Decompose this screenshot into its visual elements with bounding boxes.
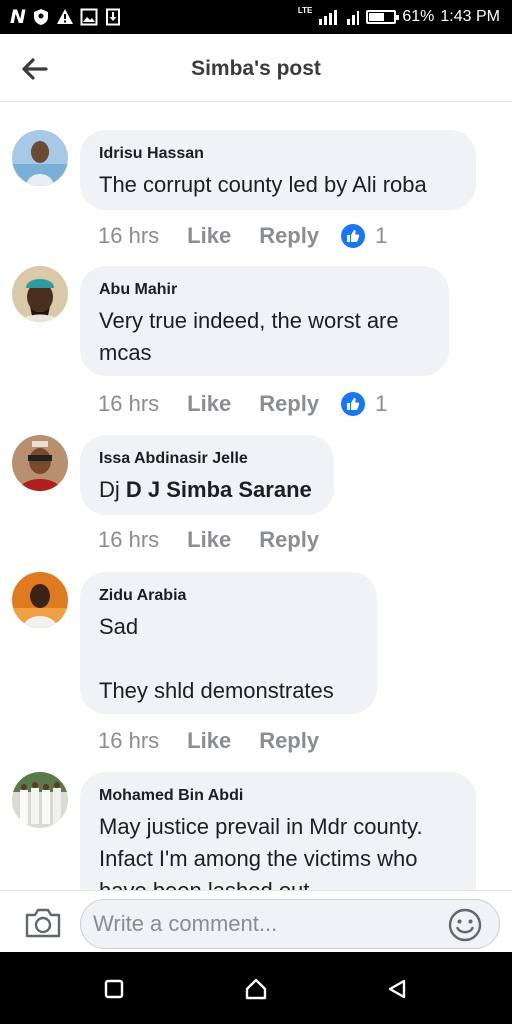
clock: 1:43 PM <box>440 8 500 25</box>
network-type: LTE <box>297 6 313 15</box>
home-button[interactable] <box>241 974 271 1004</box>
reply-button[interactable]: Reply <box>259 728 319 754</box>
recent-apps-icon <box>104 979 124 999</box>
download-icon <box>105 8 120 26</box>
camera-button[interactable] <box>24 907 62 939</box>
comment-author[interactable]: Issa Abdinasir Jelle <box>99 449 314 469</box>
comment-text: The corrupt county led by Ali roba <box>99 172 427 197</box>
like-button[interactable]: Like <box>187 728 231 754</box>
comment-author[interactable]: Idrisu Hassan <box>99 144 456 164</box>
battery-icon <box>366 10 400 24</box>
comment-time[interactable]: 16 hrs <box>98 527 159 553</box>
comment-bubble[interactable]: Zidu Arabia Sad They shld demonstrates <box>80 572 377 714</box>
vpn-shield-icon <box>33 9 48 25</box>
emoji-icon <box>448 908 482 942</box>
comment-author[interactable]: Zidu Arabia <box>99 586 357 606</box>
reaction-count[interactable]: 1 <box>375 223 387 249</box>
comment-text: Sad They shld demonstrates <box>99 614 334 703</box>
thumbs-up-icon <box>347 230 360 242</box>
page-title: Simba's post <box>191 57 321 80</box>
reply-button[interactable]: Reply <box>259 223 319 249</box>
avatar[interactable] <box>12 572 68 628</box>
status-bar: N LTE 61% 1:43 PM <box>0 0 512 34</box>
comment-text: Dj D J Simba Sarane <box>99 474 314 506</box>
avatar[interactable] <box>12 435 68 491</box>
avatar-image <box>12 572 68 628</box>
image-icon <box>80 8 98 26</box>
comment-time[interactable]: 16 hrs <box>98 223 159 249</box>
reply-button[interactable]: Reply <box>259 391 319 417</box>
signal-secondary-icon <box>347 11 360 25</box>
reply-button[interactable]: Reply <box>259 527 319 553</box>
like-reaction-icon[interactable] <box>341 392 366 416</box>
nav-back-button[interactable] <box>382 974 412 1004</box>
post-header: Simba's post <box>0 34 512 102</box>
comment-bubble[interactable]: Mohamed Bin Abdi May justice prevail in … <box>80 772 476 890</box>
avatar-image <box>12 772 68 828</box>
avatar-image <box>12 435 68 491</box>
comment-author[interactable]: Mohamed Bin Abdi <box>99 786 456 806</box>
comment-bubble[interactable]: Abu Mahir Very true indeed, the worst ar… <box>80 266 449 376</box>
avatar-image <box>12 266 68 322</box>
status-left-icons: N <box>10 6 122 28</box>
comment-actions: 16 hrs Like Reply <box>98 726 347 756</box>
comment-bubble[interactable]: Issa Abdinasir Jelle Dj D J Simba Sarane <box>80 435 334 515</box>
comment-bubble[interactable]: Idrisu Hassan The corrupt county led by … <box>80 130 476 210</box>
comment-time[interactable]: 16 hrs <box>98 391 159 417</box>
n-notification-icon: N <box>10 6 26 28</box>
like-button[interactable]: Like <box>187 527 231 553</box>
emoji-button[interactable] <box>447 907 483 943</box>
comment-text: Very true indeed, the worst are mcas <box>99 308 399 365</box>
recent-apps-button[interactable] <box>99 974 129 1004</box>
comment-time[interactable]: 16 hrs <box>98 728 159 754</box>
comment-text: May justice prevail in Mdr county. Infac… <box>99 814 423 890</box>
avatar[interactable] <box>12 772 68 828</box>
signal-icon <box>319 10 338 25</box>
thumbs-up-icon <box>347 398 360 410</box>
mention-link[interactable]: D J Simba Sarane <box>126 477 312 502</box>
like-button[interactable]: Like <box>187 391 231 417</box>
comment-input[interactable] <box>80 899 500 949</box>
camera-icon <box>25 908 61 938</box>
avatar-image <box>12 130 68 186</box>
avatar[interactable] <box>12 266 68 322</box>
comment-author[interactable]: Abu Mahir <box>99 280 429 300</box>
status-right: LTE 61% 1:43 PM <box>298 6 500 28</box>
home-icon <box>245 978 267 1000</box>
back-icon <box>388 979 406 999</box>
system-nav-bar <box>0 952 512 1024</box>
like-button[interactable]: Like <box>187 223 231 249</box>
comment-actions: 16 hrs Like Reply 1 <box>98 389 387 419</box>
comment-text-prefix: Dj <box>99 477 126 502</box>
comment-actions: 16 hrs Like Reply 1 <box>98 221 387 251</box>
warning-icon <box>56 9 73 24</box>
like-reaction-icon[interactable] <box>341 224 366 248</box>
reaction-count[interactable]: 1 <box>375 391 387 417</box>
comments-list: Idrisu Hassan The corrupt county led by … <box>0 102 512 890</box>
comment-composer <box>0 890 512 952</box>
avatar[interactable] <box>12 130 68 186</box>
comment-actions: 16 hrs Like Reply <box>98 525 347 555</box>
battery-percent: 61% <box>402 8 435 25</box>
battery-level <box>369 13 385 21</box>
